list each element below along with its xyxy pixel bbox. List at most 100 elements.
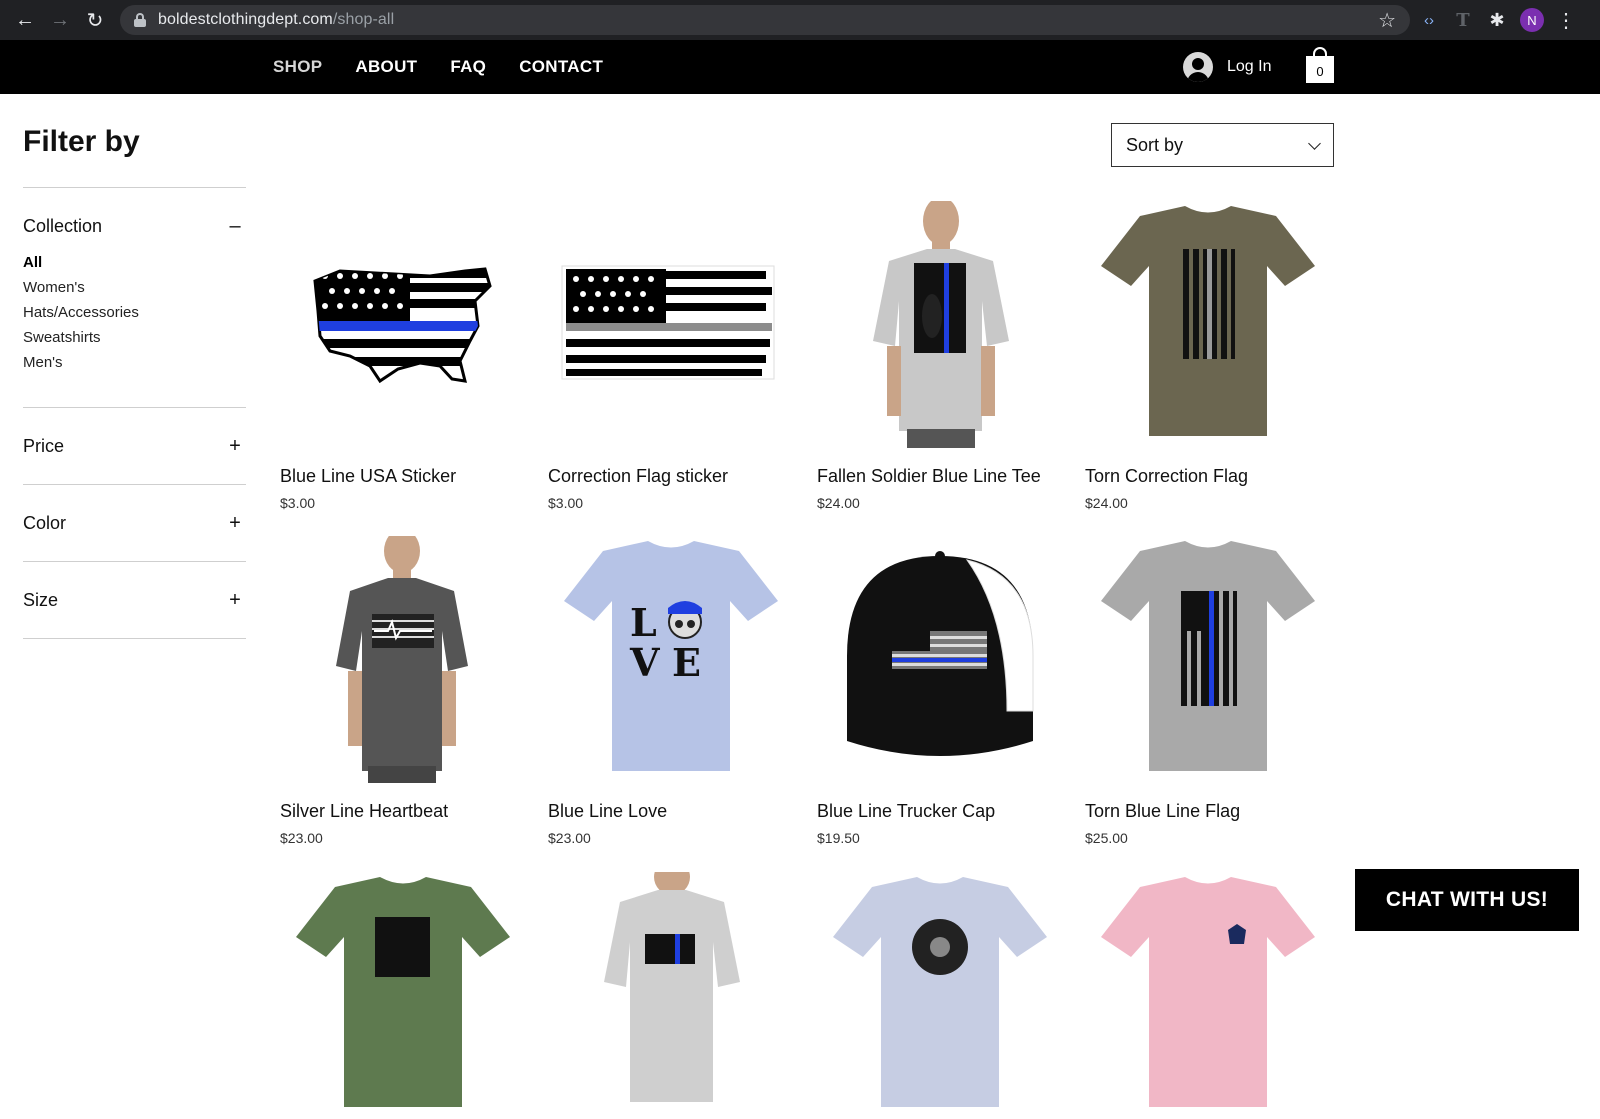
size-header[interactable]: Size + xyxy=(23,588,246,612)
type-extension-icon[interactable]: T xyxy=(1452,9,1474,31)
collection-label: Collection xyxy=(23,215,103,236)
address-bar[interactable]: boldestclothingdept.com/shop-all ☆ xyxy=(120,5,1410,35)
product-image[interactable] xyxy=(280,201,527,448)
product-card[interactable]: Correction Flag sticker $3.00 xyxy=(548,201,795,511)
product-name[interactable]: Torn Correction Flag xyxy=(1085,466,1248,487)
size-label: Size xyxy=(23,589,59,610)
product-image[interactable] xyxy=(280,536,527,783)
product-card[interactable]: Blue Line Trucker Cap $19.50 xyxy=(817,536,1064,846)
collection-item-sweatshirts[interactable]: Sweatshirts xyxy=(23,329,139,354)
filter-title: Filter by xyxy=(23,125,140,158)
product-image[interactable]: L V E xyxy=(548,536,795,783)
product-name[interactable]: Blue Line USA Sticker xyxy=(280,466,456,487)
lock-icon[interactable] xyxy=(134,13,146,27)
bookmark-star-icon[interactable]: ☆ xyxy=(1378,8,1396,33)
nav-faq[interactable]: FAQ xyxy=(450,57,486,77)
product-image[interactable] xyxy=(1085,536,1332,783)
color-label: Color xyxy=(23,512,67,533)
product-card[interactable]: L V E Blue Line Love $23.00 xyxy=(548,536,795,846)
url-text[interactable]: boldestclothingdept.com/shop-all xyxy=(158,11,394,29)
product-image[interactable] xyxy=(817,872,1064,1119)
product-name[interactable]: Blue Line Love xyxy=(548,801,667,822)
product-image[interactable] xyxy=(548,872,795,1119)
extensions-puzzle-icon[interactable]: ✱ xyxy=(1486,9,1508,31)
code-extension-icon[interactable]: ‹› xyxy=(1418,9,1440,31)
nav-contact[interactable]: CONTACT xyxy=(519,57,603,77)
login-button[interactable]: Log In xyxy=(1183,51,1271,83)
product-image[interactable] xyxy=(280,872,527,1119)
chevron-down-icon xyxy=(1308,136,1321,150)
divider xyxy=(23,187,246,188)
divider xyxy=(23,484,246,485)
collapse-icon[interactable]: – xyxy=(228,215,242,238)
collection-item-all[interactable]: All xyxy=(23,254,139,279)
collection-item-mens[interactable]: Men's xyxy=(23,354,139,379)
expand-icon[interactable]: + xyxy=(228,589,242,612)
browser-toolbar: ← → ↻ boldestclothingdept.com/shop-all ☆… xyxy=(0,0,1600,40)
nav-about[interactable]: ABOUT xyxy=(355,57,417,77)
product-name[interactable]: Fallen Soldier Blue Line Tee xyxy=(817,466,1041,487)
collection-header[interactable]: Collection – xyxy=(23,214,246,238)
product-card[interactable]: Blue Line USA Sticker $3.00 xyxy=(280,201,527,511)
collection-item-womens[interactable]: Women's xyxy=(23,279,139,304)
product-card[interactable] xyxy=(817,872,1064,1119)
sort-label: Sort by xyxy=(1126,134,1184,155)
collection-list: All Women's Hats/Accessories Sweatshirts… xyxy=(23,254,139,379)
cart-button[interactable]: 0 xyxy=(1306,47,1334,83)
product-price: $24.00 xyxy=(1085,495,1128,511)
green-tee-icon xyxy=(296,877,510,1107)
main-nav: SHOP ABOUT FAQ CONTACT xyxy=(273,40,636,94)
login-label[interactable]: Log In xyxy=(1227,58,1271,76)
svg-text:V: V xyxy=(629,640,661,685)
flag-sticker-icon xyxy=(561,265,775,380)
trucker-cap-icon xyxy=(847,551,1034,756)
divider xyxy=(23,638,246,639)
price-label: Price xyxy=(23,435,65,456)
product-image[interactable] xyxy=(1085,872,1332,1119)
expand-icon[interactable]: + xyxy=(228,512,242,535)
price-header[interactable]: Price + xyxy=(23,434,246,458)
reload-icon[interactable]: ↻ xyxy=(80,5,110,35)
product-card[interactable] xyxy=(548,872,795,1119)
usa-map-flag-sticker-icon xyxy=(313,267,492,384)
back-arrow-icon[interactable]: ← xyxy=(10,5,40,35)
product-price: $23.00 xyxy=(548,830,591,846)
site-header: SHOP ABOUT FAQ CONTACT Log In 0 xyxy=(0,40,1600,94)
cart-count[interactable]: 0 xyxy=(1316,64,1323,79)
product-card[interactable]: Torn Blue Line Flag $25.00 xyxy=(1085,536,1332,846)
user-icon[interactable] xyxy=(1183,52,1213,82)
profile-avatar[interactable]: N xyxy=(1520,8,1544,32)
product-price: $23.00 xyxy=(280,830,323,846)
product-card[interactable]: Silver Line Heartbeat $23.00 xyxy=(280,536,527,846)
light-blue-tee-icon xyxy=(833,877,1047,1107)
forward-arrow-icon[interactable]: → xyxy=(45,5,75,35)
product-image[interactable] xyxy=(1085,201,1332,448)
svg-text:E: E xyxy=(672,640,701,685)
pink-tee-icon xyxy=(1101,877,1315,1107)
product-name[interactable]: Torn Blue Line Flag xyxy=(1085,801,1240,822)
color-header[interactable]: Color + xyxy=(23,511,246,535)
model-gray-tee-icon xyxy=(817,201,1064,448)
product-name[interactable]: Correction Flag sticker xyxy=(548,466,728,487)
light-blue-tee-icon: L V E xyxy=(564,541,778,771)
nav-shop[interactable]: SHOP xyxy=(273,57,322,77)
product-card[interactable] xyxy=(1085,872,1332,1119)
divider xyxy=(23,561,246,562)
browser-menu-icon[interactable]: ⋮ xyxy=(1556,8,1576,33)
sort-dropdown[interactable]: Sort by xyxy=(1111,123,1334,167)
expand-icon[interactable]: + xyxy=(228,435,242,458)
model-charcoal-tee-icon xyxy=(336,536,468,783)
product-image[interactable] xyxy=(548,201,795,448)
product-card[interactable] xyxy=(280,872,527,1119)
collection-item-hats-accessories[interactable]: Hats/Accessories xyxy=(23,304,139,329)
product-card[interactable]: Fallen Soldier Blue Line Tee $24.00 xyxy=(817,201,1064,511)
product-price: $3.00 xyxy=(548,495,584,511)
product-image[interactable] xyxy=(817,536,1064,783)
product-card[interactable]: Torn Correction Flag $24.00 xyxy=(1085,201,1332,511)
product-price: $24.00 xyxy=(817,495,860,511)
product-name[interactable]: Silver Line Heartbeat xyxy=(280,801,448,822)
chat-with-us-button[interactable]: CHAT WITH US! xyxy=(1355,869,1579,931)
product-name[interactable]: Blue Line Trucker Cap xyxy=(817,801,995,822)
product-image[interactable] xyxy=(817,201,1064,448)
divider xyxy=(23,407,246,408)
